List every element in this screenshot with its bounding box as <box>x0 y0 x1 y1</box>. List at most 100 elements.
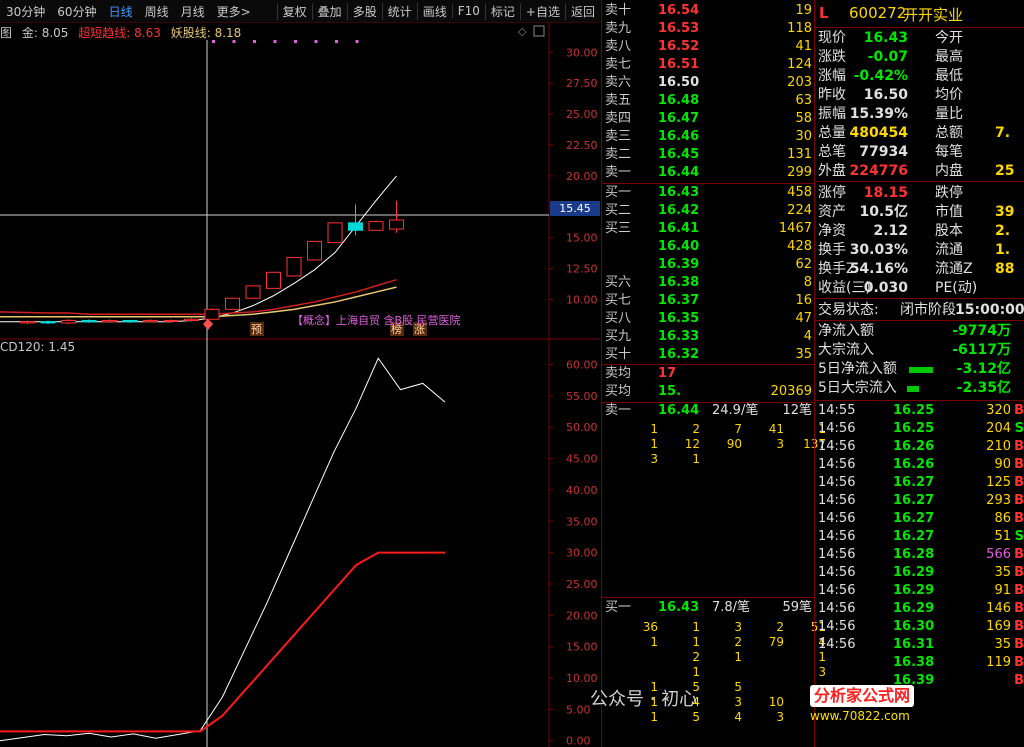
toolbar-button-3[interactable]: 统计 <box>381 2 417 20</box>
ask-row[interactable]: 卖五 16.48 63 <box>602 92 814 110</box>
queue-cell: 1 <box>692 620 700 634</box>
ask-volume: 124 <box>787 57 812 72</box>
bid-volume: 47 <box>795 311 812 326</box>
tick-row[interactable]: 14:56 16.30 169 B <box>815 618 1024 636</box>
bid-row[interactable]: 买八 16.35 47 <box>602 310 814 328</box>
candle[interactable] <box>225 297 240 310</box>
queue-cell: 1 <box>650 710 658 724</box>
bid-row[interactable]: 买一 16.43 458 <box>602 184 814 202</box>
candle-body <box>266 271 281 289</box>
tick-row[interactable]: 14:56 16.27 293 B <box>815 492 1024 510</box>
tick-row[interactable]: 14:56 16.28 566 B <box>815 546 1024 564</box>
tick-row[interactable]: 14:56 16.25 204 S <box>815 420 1024 438</box>
ask-row[interactable]: 卖七 16.51 124 <box>602 56 814 74</box>
tick-row[interactable]: 14:56 16.31 35 B <box>815 636 1024 654</box>
quote-key-2: 内盘 <box>935 163 963 179</box>
quote-key-2: PE(动) <box>935 280 978 296</box>
period-tab-4[interactable]: 月线 <box>175 3 211 20</box>
book-divider <box>602 597 814 598</box>
queue-cell: 41 <box>768 422 784 436</box>
bid-row[interactable]: 16.40 428 <box>602 238 814 256</box>
period-tab-5[interactable]: 更多> <box>211 3 257 20</box>
logo-url: www.70822.com <box>810 709 910 723</box>
quote-key: 涨跌 <box>818 49 846 65</box>
tick-time: 14:56 <box>818 601 856 616</box>
diamond-icon[interactable]: ◇ <box>518 25 527 38</box>
toolbar-button-6[interactable]: 标记 <box>484 2 520 20</box>
tick-side: B <box>1014 673 1024 688</box>
fund-flow-value: -9774万 <box>952 323 1011 339</box>
toolbar-button-1[interactable]: 叠加 <box>311 2 347 20</box>
candle[interactable] <box>102 319 117 323</box>
tick-price: 16.26 <box>893 457 935 472</box>
candle[interactable] <box>81 319 97 323</box>
ask-label: 卖三 <box>605 129 632 144</box>
ask-row[interactable]: 卖四 16.47 58 <box>602 110 814 128</box>
tick-row[interactable]: 14:56 16.29 91 B <box>815 582 1024 600</box>
kline-chart[interactable]: 30.0027.5025.0022.5020.0017.5015.0012.50… <box>0 22 600 747</box>
quote-key-2: 最高 <box>935 49 963 65</box>
window-icon[interactable] <box>533 25 545 37</box>
candle[interactable] <box>61 319 76 325</box>
ask-row[interactable]: 卖三 16.46 30 <box>602 128 814 146</box>
candle[interactable] <box>389 200 404 233</box>
ask-price: 16.53 <box>658 21 700 36</box>
period-tab-1[interactable]: 60分钟 <box>51 3 102 20</box>
event-marker-0[interactable]: 预 <box>250 322 264 336</box>
ask-row[interactable]: 卖二 16.45 131 <box>602 146 814 164</box>
bid-row[interactable]: 买九 16.33 4 <box>602 328 814 346</box>
ask-row[interactable]: 卖六 16.50 203 <box>602 74 814 92</box>
bid-row[interactable]: 16.39 62 <box>602 256 814 274</box>
tick-row[interactable]: 14:56 16.27 125 B <box>815 474 1024 492</box>
toolbar-button-4[interactable]: 画线 <box>416 2 452 20</box>
candle[interactable] <box>245 285 261 299</box>
candle[interactable] <box>163 319 179 322</box>
candle[interactable] <box>204 308 220 320</box>
period-tab-0[interactable]: 30分钟 <box>0 3 51 20</box>
bid-row[interactable]: 买七 16.37 16 <box>602 292 814 310</box>
ask-row[interactable]: 卖九 16.53 118 <box>602 20 814 38</box>
tick-time: 14:55 <box>818 403 856 418</box>
tick-price: 16.29 <box>893 565 935 580</box>
tick-row[interactable]: 14:56 16.26 210 B <box>815 438 1024 456</box>
tick-row[interactable]: 14:56 16.26 90 B <box>815 456 1024 474</box>
tick-time: 14:56 <box>818 529 856 544</box>
toolbar-button-7[interactable]: +自选 <box>519 2 565 20</box>
candle[interactable] <box>20 320 35 325</box>
period-tab-3[interactable]: 周线 <box>139 3 175 20</box>
ma-line-1 <box>0 278 397 316</box>
quote-row: 总量 480454 总额 7. <box>815 124 1024 143</box>
macd-tick-label: 15.00 <box>566 641 598 654</box>
candle[interactable] <box>327 222 343 244</box>
tick-volume: 293 <box>986 493 1011 508</box>
candle[interactable] <box>368 220 384 231</box>
bid-row[interactable]: 买六 16.38 8 <box>602 274 814 292</box>
ask-row[interactable]: 卖十 16.54 19 <box>602 2 814 20</box>
candle[interactable] <box>286 256 302 277</box>
bid-price: 16.35 <box>658 311 700 326</box>
tick-row[interactable]: 14:55 16.25 320 B <box>815 402 1024 420</box>
macd-tick-label: 40.00 <box>566 484 598 497</box>
toolbar-button-8[interactable]: 返回 <box>564 2 600 20</box>
candle[interactable] <box>143 319 158 323</box>
ask-row[interactable]: 卖八 16.52 41 <box>602 38 814 56</box>
candle-body <box>20 321 35 324</box>
candle[interactable] <box>122 319 138 323</box>
bid-row[interactable]: 买二 16.42 224 <box>602 202 814 220</box>
bid-row[interactable]: 买十 16.32 35 <box>602 346 814 364</box>
tick-row[interactable]: 14:56 16.29 146 B <box>815 600 1024 618</box>
toolbar-button-0[interactable]: 复权 <box>276 2 312 20</box>
toolbar-button-2[interactable]: 多股 <box>346 2 382 20</box>
tick-row[interactable]: 14:56 16.27 51 S <box>815 528 1024 546</box>
ask-row[interactable]: 卖一 16.44 299 <box>602 164 814 182</box>
candle[interactable] <box>40 320 56 325</box>
chart-area[interactable]: 30.0027.5025.0022.5020.0017.5015.0012.50… <box>0 22 600 747</box>
toolbar-button-5[interactable]: F10 <box>451 4 485 18</box>
candle[interactable] <box>266 271 281 289</box>
concept-tags[interactable]: 【概念】上海自贸 含B股 民营医院 <box>292 312 461 328</box>
bid-row[interactable]: 买三 16.41 1467 <box>602 220 814 238</box>
candle[interactable] <box>307 240 322 261</box>
period-tab-2[interactable]: 日线 <box>103 3 139 20</box>
tick-row[interactable]: 14:56 16.27 86 B <box>815 510 1024 528</box>
tick-row[interactable]: 14:56 16.29 35 B <box>815 564 1024 582</box>
